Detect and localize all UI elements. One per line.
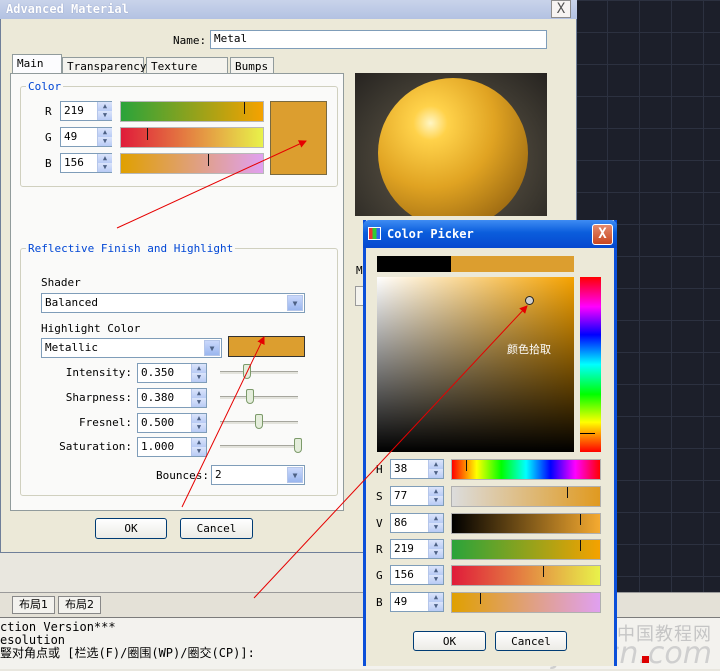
arrow-to-picker bbox=[253, 305, 528, 599]
arrow-to-highlight-swatch bbox=[181, 336, 265, 508]
annotation-arrows bbox=[116, 140, 528, 599]
arrow-to-color-swatch bbox=[116, 140, 307, 229]
